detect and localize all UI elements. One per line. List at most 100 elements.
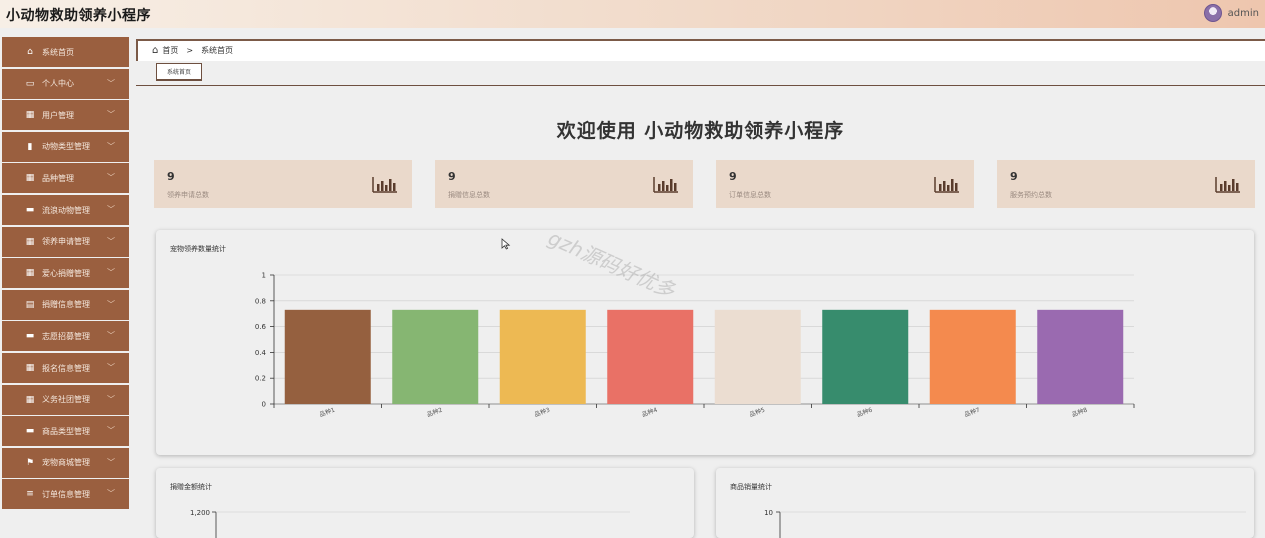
sidebar-item-label: 品种管理 — [42, 173, 74, 183]
x-tick-label: 品种5 — [748, 406, 766, 419]
bar — [607, 309, 694, 404]
welcome-heading: 欢迎使用 小动物救助领养小程序 — [556, 120, 845, 142]
sidebar-item[interactable]: ▦ 爱心捐赠管理 ﹀ — [2, 258, 129, 289]
breadcrumb-current: 系统首页 — [201, 46, 234, 55]
x-tick-label: 品种3 — [533, 406, 551, 419]
monitor-icon: ▬ — [25, 205, 35, 215]
chevron-down-icon: ﹀ — [107, 78, 115, 88]
sidebar-item-label: 流浪动物管理 — [42, 205, 90, 215]
sales-bar-chart: 10 — [764, 509, 1246, 538]
chevron-down-icon: ﹀ — [107, 299, 115, 309]
grid-icon: ▦ — [25, 236, 35, 247]
bar — [392, 309, 479, 404]
grid-icon: ▦ — [25, 363, 35, 373]
sidebar-item[interactable]: ⌂ 系统首页 — [2, 37, 129, 67]
sidebar-item[interactable]: ▬ 志愿招募管理 ﹀ — [2, 321, 129, 352]
y-tick-label: 1 — [262, 272, 266, 280]
sidebar-item[interactable]: ▦ 领养申请管理 ﹀ — [2, 226, 129, 257]
sidebar-item[interactable]: ≡ 订单信息管理 ﹀ — [2, 479, 129, 510]
sidebar-item-label: 志愿招募管理 — [42, 331, 90, 341]
x-tick-label: 品种1 — [318, 406, 336, 419]
chevron-down-icon: ﹀ — [107, 173, 115, 183]
sidebar-item[interactable]: ▬ 流浪动物管理 ﹀ — [2, 195, 129, 225]
sidebar-item[interactable]: ▮ 动物类型管理 ﹀ — [2, 131, 129, 162]
sidebar-item[interactable]: ▦ 用户管理 ﹀ — [2, 100, 129, 131]
stat-label: 服务预约总数 — [1010, 191, 1052, 199]
donation-bar-chart: 1,200 — [190, 509, 630, 538]
sidebar-item-label: 订单信息管理 — [42, 489, 90, 499]
bar — [284, 309, 371, 404]
username[interactable]: admin — [1228, 8, 1259, 19]
chat-icon: ▬ — [25, 426, 35, 437]
bar — [1037, 309, 1124, 404]
breadcrumb-home[interactable]: 首页 — [162, 45, 178, 56]
sidebar-item[interactable]: ▦ 义务社团管理 ﹀ — [2, 384, 129, 415]
stat-value: 9 — [729, 170, 737, 183]
bar-chart-icon — [1215, 177, 1240, 193]
stat-card: 9 领养申请总数 — [154, 160, 412, 208]
chevron-down-icon: ﹀ — [107, 110, 115, 120]
grid-icon: ▦ — [25, 268, 35, 279]
stat-card: 9 捐赠信息总数 — [435, 160, 693, 208]
monitor-icon: ▬ — [25, 331, 35, 342]
x-tick-label: 品种8 — [1071, 406, 1089, 419]
y-tick-label: 0.2 — [255, 375, 266, 383]
y-tick-label: 0.4 — [255, 349, 267, 357]
mouse-cursor-icon — [501, 238, 511, 250]
sidebar-item[interactable]: ▤ 捐赠信息管理 ﹀ — [2, 289, 129, 320]
x-tick-label: 品种4 — [641, 406, 659, 419]
sidebar-item[interactable]: ▭ 个人中心 ﹀ — [2, 68, 129, 99]
home-icon: ⌂ — [27, 47, 33, 57]
sidebar-item-label: 领养申请管理 — [42, 237, 90, 247]
stat-value: 9 — [448, 170, 456, 183]
sidebar-item-label: 报名信息管理 — [42, 363, 90, 373]
chevron-down-icon: ﹀ — [107, 268, 115, 278]
bar — [822, 309, 909, 404]
y-tick-label: 0 — [262, 401, 266, 409]
sidebar-item[interactable]: ▬ 商品类型管理 ﹀ — [2, 416, 129, 447]
home-icon: ⌂ — [152, 45, 159, 56]
sidebar-item-label: 个人中心 — [42, 79, 74, 89]
breadcrumb-separator: > — [186, 46, 194, 55]
sidebar-item-label: 动物类型管理 — [42, 142, 90, 152]
sidebar-item-label: 宠物商城管理 — [42, 458, 90, 468]
sales-chart-panel: 商品销量统计 10 — [716, 468, 1254, 538]
sidebar-item-label: 捐赠信息管理 — [42, 300, 90, 310]
donation-chart-panel: 捐赠金额统计 1,200 — [156, 468, 694, 538]
bar-chart-icon — [653, 177, 678, 193]
table-icon: ▤ — [25, 299, 35, 310]
chevron-down-icon: ﹀ — [107, 205, 115, 214]
user-menu[interactable]: admin — [1203, 4, 1259, 22]
sidebar: ⌂ 系统首页 ▭ 个人中心 ﹀ ▦ 用户管理 ﹀ ▮ 动物类型管理 ﹀ ▦ 品种管理 ﹀ ▬ 流浪动物管理 ﹀ ▦… — [0, 37, 130, 521]
stat-label: 捐赠信息总数 — [448, 191, 490, 199]
grid-icon: ▦ — [25, 394, 35, 405]
id-card-icon: ▭ — [25, 78, 35, 89]
stat-label: 领养申请总数 — [167, 191, 209, 199]
sidebar-item-label: 系统首页 — [42, 47, 74, 57]
y-tick-label: 0.8 — [255, 297, 266, 305]
x-tick-label: 品种2 — [426, 406, 444, 419]
breadcrumb: ⌂ 首页 > 系统首页 — [136, 39, 1265, 61]
sidebar-item[interactable]: ▦ 报名信息管理 ﹀ — [2, 353, 129, 383]
flag-icon: ⚑ — [25, 457, 35, 468]
stat-label: 订单信息总数 — [729, 191, 771, 199]
tab-home[interactable]: 系统首页 — [156, 63, 203, 81]
chevron-down-icon: ﹀ — [107, 236, 115, 246]
adoption-chart-panel: 宠物领养数量统计 0 0.2 0.4 0.6 0.8 1 品种1 品种2 品种3 品种4 品种5 品种… — [156, 230, 1254, 455]
bar — [929, 309, 1016, 404]
bar-chart-icon — [372, 177, 397, 193]
list-icon: ≡ — [26, 489, 34, 500]
chevron-down-icon: ﹀ — [107, 394, 115, 404]
stat-value: 9 — [1010, 170, 1018, 183]
bar-chart-icon: ▮ — [27, 141, 33, 152]
avatar[interactable] — [1203, 4, 1222, 22]
sidebar-item-label: 爱心捐赠管理 — [42, 268, 90, 278]
sidebar-item-label: 义务社团管理 — [42, 395, 90, 405]
adoption-bar-chart: 0 0.2 0.4 0.6 0.8 1 品种1 品种2 品种3 品种4 品种5 品种6 品种7 品种8 — [255, 272, 1135, 419]
sidebar-item[interactable]: ⚑ 宠物商城管理 ﹀ — [2, 447, 129, 478]
tab-strip: 系统首页 — [136, 61, 1265, 86]
sidebar-item[interactable]: ▦ 品种管理 ﹀ — [2, 163, 129, 194]
bar — [499, 309, 586, 404]
bar-chart-icon — [934, 177, 959, 193]
x-tick-label: 品种6 — [856, 406, 874, 419]
